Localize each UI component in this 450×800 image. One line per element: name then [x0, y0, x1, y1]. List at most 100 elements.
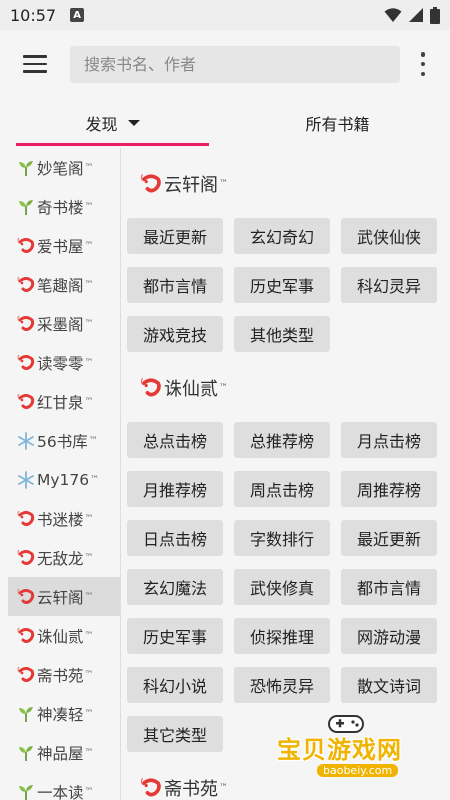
category-tag-button[interactable]: 玄幻魔法 — [127, 569, 223, 605]
trademark-mark: ™ — [84, 630, 94, 641]
sidebar-item-label: 一本读 — [37, 783, 84, 800]
sidebar-item[interactable]: 妙笔阁 ™ — [0, 148, 120, 187]
category-tag-button[interactable]: 总点击榜 — [127, 422, 223, 458]
category-tag-button[interactable]: 游戏竞技 — [127, 316, 223, 352]
category-tag-button[interactable]: 日点击榜 — [127, 520, 223, 556]
tab-all-books[interactable]: 所有书籍 — [225, 98, 450, 148]
section-title-text: 云轩阁 — [164, 175, 218, 196]
category-tag-button[interactable]: 最近更新 — [341, 520, 437, 556]
status-time: 10:57 — [10, 5, 57, 25]
category-tag-button[interactable]: 字数排行 — [234, 520, 330, 556]
sidebar-item[interactable]: 云轩阁 ™ — [8, 577, 120, 616]
sprout-icon — [16, 743, 36, 763]
category-tag-button[interactable]: 都市言情 — [127, 267, 223, 303]
trademark-mark: ™ — [84, 552, 94, 563]
trademark-mark: ™ — [84, 513, 94, 524]
sidebar-item[interactable]: 奇书楼 ™ — [0, 187, 120, 226]
sidebar-item-label: 斋书苑 — [37, 666, 84, 685]
sidebar-item[interactable]: 书迷楼 ™ — [0, 499, 120, 538]
trademark-mark: ™ — [219, 783, 228, 793]
tab-label: 所有书籍 — [305, 115, 370, 134]
sidebar-item[interactable]: 读零零 ™ — [0, 343, 120, 382]
sidebar-item-label: 笔趣阁 — [37, 276, 84, 295]
trademark-mark: ™ — [90, 474, 100, 485]
category-tag-button[interactable]: 侦探推理 — [234, 618, 330, 654]
sidebar-item[interactable]: 56书库 ™ — [0, 421, 120, 460]
sidebar-item[interactable]: 神凑轻 ™ — [0, 694, 120, 733]
category-tag-button[interactable]: 历史军事 — [234, 267, 330, 303]
category-tag-button[interactable]: 武侠修真 — [234, 569, 330, 605]
sidebar-item[interactable]: My176 ™ — [0, 460, 120, 499]
shrimp-icon — [16, 626, 36, 646]
category-tag-button[interactable]: 月推荐榜 — [127, 471, 223, 507]
shrimp-icon — [16, 275, 36, 295]
category-tag-button[interactable]: 武侠仙侠 — [341, 218, 437, 254]
sidebar-item-label: 红甘泉 — [37, 393, 84, 412]
shrimp-icon — [139, 172, 163, 196]
sidebar-item[interactable]: 采墨阁 ™ — [0, 304, 120, 343]
sidebar-item[interactable]: 红甘泉 ™ — [0, 382, 120, 421]
trademark-mark: ™ — [84, 201, 94, 212]
trademark-mark: ™ — [84, 786, 94, 797]
sidebar-item[interactable]: 斋书苑 ™ — [0, 655, 120, 694]
sidebar-item-label: 诛仙贰 — [37, 627, 84, 646]
trademark-mark: ™ — [84, 669, 94, 680]
sidebar-item-label: 妙笔阁 — [37, 159, 84, 178]
source-sidebar[interactable]: 妙笔阁 ™ 奇书楼 ™ 爱书屋 ™ 笔趣阁 ™ 采墨阁 ™ 读零零 ™ 红甘泉 ™ 56书库 ™ My176 ™ 书… — [0, 148, 121, 800]
category-tag-button[interactable]: 科幻灵异 — [341, 267, 437, 303]
sidebar-item-label: My176 — [37, 470, 90, 489]
sidebar-item[interactable]: 爱书屋 ™ — [0, 226, 120, 265]
accessibility-a-icon: A — [70, 8, 85, 22]
shrimp-icon — [139, 776, 163, 800]
top-bar — [0, 30, 450, 98]
category-tag-button[interactable]: 散文诗词 — [341, 667, 437, 703]
sidebar-item[interactable]: 诛仙贰 ™ — [0, 616, 120, 655]
shrimp-icon — [16, 353, 36, 373]
category-panel[interactable]: 云轩阁 ™ 最近更新 玄幻奇幻 武侠仙侠 都市言情 历史军事 科幻灵异 游戏竞技 其他类型 诛仙贰 ™… — [121, 148, 450, 800]
sprout-icon — [16, 782, 36, 800]
category-tag-button[interactable]: 恐怖灵异 — [234, 667, 330, 703]
trademark-mark: ™ — [84, 357, 94, 368]
sidebar-item-label: 神凑轻 — [37, 705, 84, 724]
sidebar-item-label: 采墨阁 — [37, 315, 84, 334]
battery-icon — [430, 6, 440, 24]
sidebar-item[interactable]: 笔趣阁 ™ — [0, 265, 120, 304]
category-tag-button[interactable]: 其它类型 — [127, 716, 223, 752]
sidebar-item[interactable]: 无敌龙 ™ — [0, 538, 120, 577]
trademark-mark: ™ — [84, 318, 94, 329]
more-vertical-icon[interactable] — [420, 52, 426, 76]
caret-down-icon — [127, 120, 140, 126]
sidebar-item-label: 奇书楼 — [37, 198, 84, 217]
category-tag-button[interactable]: 月点击榜 — [341, 422, 437, 458]
sidebar-item-label: 神品屋 — [37, 744, 84, 763]
category-tag-button[interactable]: 总推荐榜 — [234, 422, 330, 458]
category-tag-button[interactable]: 其他类型 — [234, 316, 330, 352]
sprout-icon — [16, 197, 36, 217]
trademark-mark: ™ — [84, 708, 94, 719]
category-tag-button[interactable]: 都市言情 — [341, 569, 437, 605]
trademark-mark: ™ — [84, 162, 94, 173]
shrimp-icon — [16, 548, 36, 568]
category-tag-grid: 最近更新 玄幻奇幻 武侠仙侠都市言情 历史军事 科幻灵异游戏竞技 其他类型 — [127, 218, 450, 352]
category-tag-button[interactable]: 周点击榜 — [234, 471, 330, 507]
sidebar-item-label: 56书库 — [37, 432, 88, 451]
search-input[interactable] — [70, 46, 400, 83]
category-tag-button[interactable]: 玄幻奇幻 — [234, 218, 330, 254]
shrimp-icon — [16, 665, 36, 685]
category-tag-button[interactable]: 科幻小说 — [127, 667, 223, 703]
sidebar-item-label: 读零零 — [37, 354, 84, 373]
category-tag-grid: 总点击榜 总推荐榜 月点击榜月推荐榜 周点击榜 周推荐榜日点击榜 字数排行 最近更新玄幻魔法… — [127, 422, 450, 752]
sidebar-item-label: 云轩阁 — [37, 588, 84, 607]
sidebar-item[interactable]: 神品屋 ™ — [0, 733, 120, 772]
status-icons — [384, 6, 440, 24]
category-tag-button[interactable]: 最近更新 — [127, 218, 223, 254]
shrimp-icon — [16, 509, 36, 529]
hamburger-menu-icon[interactable] — [23, 55, 47, 73]
snowflake-icon — [16, 431, 36, 451]
category-tag-button[interactable]: 周推荐榜 — [341, 471, 437, 507]
trademark-mark: ™ — [84, 279, 94, 290]
tab-discover[interactable]: 发现 — [0, 98, 225, 148]
sidebar-item[interactable]: 一本读 ™ — [0, 772, 120, 800]
category-tag-button[interactable]: 历史军事 — [127, 618, 223, 654]
category-tag-button[interactable]: 网游动漫 — [341, 618, 437, 654]
